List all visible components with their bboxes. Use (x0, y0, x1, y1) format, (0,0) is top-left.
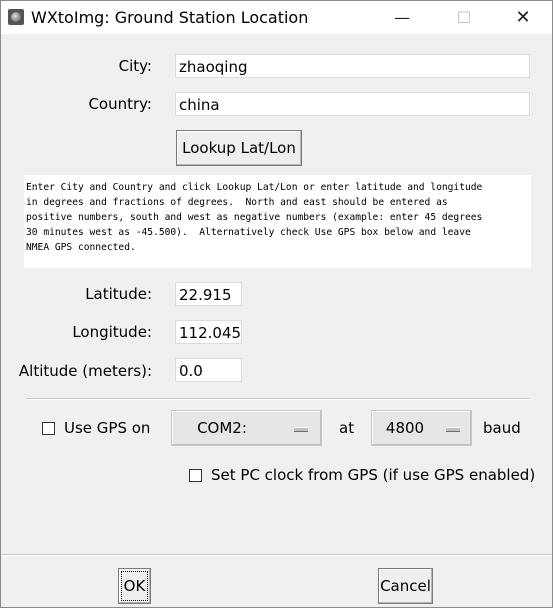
cancel-button[interactable]: Cancel (378, 568, 433, 604)
city-label: City: (118, 57, 152, 75)
latitude-label: Latitude: (85, 285, 152, 303)
footer-divider (1, 554, 552, 556)
country-label: Country: (88, 95, 152, 113)
use-gps-label: Use GPS on (64, 419, 151, 437)
country-input[interactable]: china (175, 92, 530, 116)
gps-port-value: COM2: (197, 419, 247, 437)
app-icon (8, 9, 24, 25)
baud-rate-value: 4800 (385, 419, 425, 437)
minimize-icon[interactable]: — (379, 1, 425, 34)
dropdown-indicator-icon (446, 427, 460, 432)
set-pc-clock-checkbox[interactable] (189, 469, 202, 482)
gps-port-select[interactable]: COM2: (171, 410, 322, 446)
altitude-input[interactable]: 0.0 (175, 358, 242, 382)
baud-label: baud (483, 419, 521, 437)
title-bar: WXtoImg: Ground Station Location — ☐ ✕ (1, 1, 552, 34)
longitude-label: Longitude: (72, 323, 152, 341)
at-label: at (339, 419, 355, 437)
maximize-icon[interactable]: ☐ (441, 1, 487, 34)
longitude-input[interactable]: 112.045 (175, 320, 242, 344)
lookup-latlon-button[interactable]: Lookup Lat/Lon (176, 130, 302, 166)
latitude-input[interactable]: 22.915 (175, 282, 242, 306)
window-title: WXtoImg: Ground Station Location (31, 8, 309, 27)
section-divider (26, 398, 529, 400)
dropdown-indicator-icon (294, 427, 308, 432)
altitude-label: Altitude (meters): (18, 362, 152, 380)
close-icon[interactable]: ✕ (500, 1, 546, 34)
baud-rate-select[interactable]: 4800 (371, 410, 472, 446)
ok-button[interactable]: OK (118, 568, 151, 604)
ground-station-dialog: WXtoImg: Ground Station Location — ☐ ✕ C… (0, 0, 553, 608)
use-gps-checkbox[interactable] (42, 422, 55, 435)
set-pc-clock-label: Set PC clock from GPS (if use GPS enable… (211, 466, 536, 484)
instructions-text: Enter City and Country and click Lookup … (24, 175, 531, 268)
city-input[interactable]: zhaoqing (175, 54, 530, 78)
